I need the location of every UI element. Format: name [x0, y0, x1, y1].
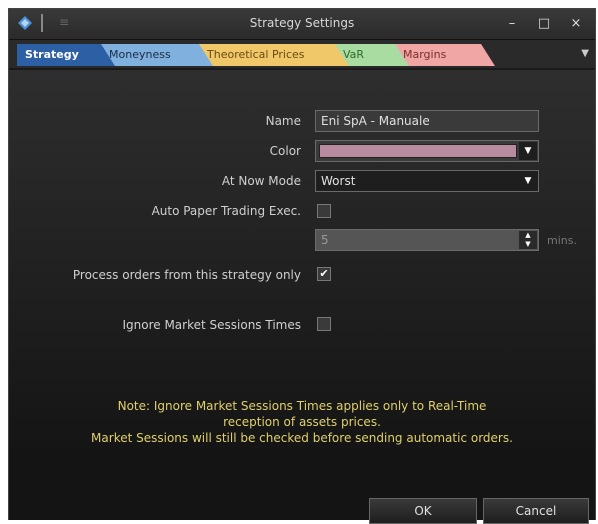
ignore-sessions-label: Ignore Market Sessions Times [122, 318, 301, 332]
note-line-2: reception of assets prices. [223, 415, 381, 429]
at-now-mode-value: Worst [321, 174, 356, 188]
mins-unit-label: mins. [547, 234, 577, 247]
tab-strategy[interactable]: Strategy [17, 44, 115, 66]
tab-bar: Margins VaR Theoretical Prices Moneyness… [9, 40, 595, 70]
cancel-button[interactable]: Cancel [483, 498, 589, 524]
close-button[interactable]: × [565, 14, 587, 34]
strategy-settings-window: ≡ Strategy Settings – □ × Margins VaR Th… [8, 8, 596, 524]
checkmark-icon: ✔ [319, 267, 329, 280]
name-label: Name [265, 114, 301, 128]
at-now-mode-chevron-down-icon[interactable]: ▼ [519, 172, 537, 190]
color-label: Color [269, 144, 301, 158]
name-field[interactable]: Eni SpA - Manuale [315, 110, 539, 132]
note-line-1: Note: Ignore Market Sessions Times appli… [117, 399, 487, 413]
mins-spinner[interactable]: 5 ▲ ▼ [315, 229, 539, 251]
tab-margins[interactable]: Margins [395, 44, 495, 66]
strategy-settings-panel: Name Eni SpA - Manuale Color ▼ At Now Mo… [9, 70, 595, 460]
color-picker[interactable]: ▼ [315, 140, 539, 162]
note-line-3: Market Sessions will still be checked be… [91, 431, 513, 445]
dialog-footer: OK Cancel [9, 460, 595, 524]
at-now-mode-select[interactable]: Worst ▼ [315, 170, 539, 192]
tab-theoretical-prices[interactable]: Theoretical Prices [199, 44, 349, 66]
auto-paper-trading-checkbox[interactable] [317, 204, 331, 218]
process-orders-label: Process orders from this strategy only [72, 268, 301, 282]
tabs-overflow-chevron-down-icon[interactable]: ▼ [581, 48, 589, 59]
color-chevron-down-icon[interactable]: ▼ [519, 142, 537, 160]
at-now-mode-label: At Now Mode [221, 174, 301, 188]
process-orders-checkbox[interactable]: ✔ [317, 267, 331, 281]
spinner-arrows-icon[interactable]: ▲ ▼ [519, 231, 537, 249]
minimize-button[interactable]: – [501, 14, 523, 34]
ok-button[interactable]: OK [369, 498, 477, 524]
ignore-sessions-checkbox[interactable] [317, 317, 331, 331]
tab-moneyness[interactable]: Moneyness [101, 44, 213, 66]
auto-paper-trading-label: Auto Paper Trading Exec. [151, 204, 301, 218]
maximize-button[interactable]: □ [533, 14, 555, 34]
title-bar: ≡ Strategy Settings – □ × [9, 9, 595, 40]
mins-value: 5 [321, 233, 329, 247]
color-swatch [319, 144, 517, 158]
